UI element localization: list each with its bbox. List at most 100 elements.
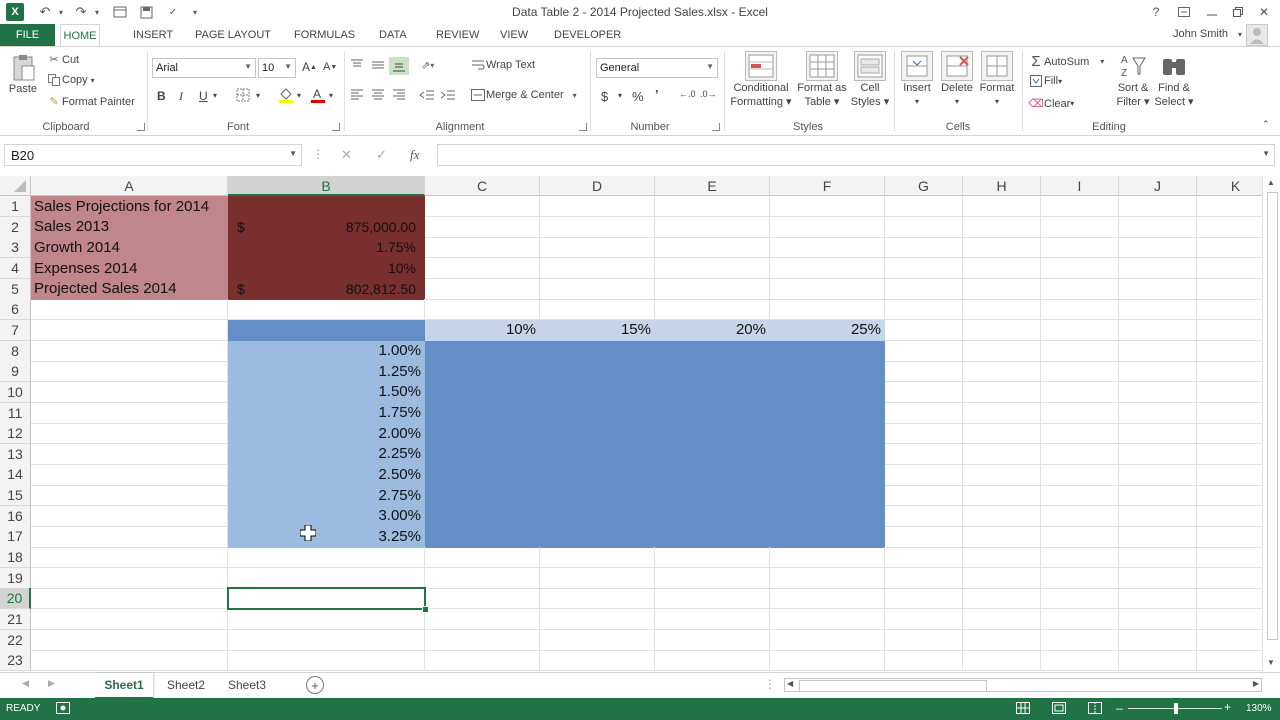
row-header-11[interactable]: 11 [0,402,31,424]
row-header-7[interactable]: 7 [0,319,31,342]
row-header-8[interactable]: 8 [0,340,31,362]
cell-f5[interactable] [770,278,885,300]
cell-i3[interactable] [1041,237,1119,259]
zoom-out-icon[interactable]: – [1116,701,1123,715]
paste-button[interactable]: Paste [6,53,40,95]
cell-f3[interactable] [770,237,885,259]
scroll-right-icon[interactable]: ▶ [1253,679,1259,688]
cell-g19[interactable] [885,567,963,589]
cell-d19[interactable] [540,567,655,589]
cell-i11[interactable] [1041,402,1119,424]
alignment-launcher-icon[interactable] [579,123,587,131]
macro-record-icon[interactable] [56,702,70,717]
cell-j8[interactable] [1119,340,1197,362]
cell-f2[interactable] [770,216,885,238]
cell-i16[interactable] [1041,505,1119,527]
cell-h7[interactable] [963,319,1041,342]
cell-b22[interactable] [228,629,425,651]
cell-a7[interactable] [31,319,228,342]
cell-e11[interactable] [655,402,770,424]
cell-c17[interactable] [425,526,540,548]
cell-b4[interactable]: 10% [228,257,425,280]
cell-a6[interactable] [31,299,228,321]
column-header-j[interactable]: J [1119,176,1197,196]
cell-j15[interactable] [1119,485,1197,507]
enter-icon[interactable]: ✓ [376,147,387,163]
user-dropdown-icon[interactable]: ▾ [1238,30,1242,39]
cell-f15[interactable] [770,485,885,507]
cell-f17[interactable] [770,526,885,548]
cell-j3[interactable] [1119,237,1197,259]
add-sheet-icon[interactable]: + [306,676,324,694]
cell-e13[interactable] [655,443,770,465]
cell-j2[interactable] [1119,216,1197,238]
cell-d17[interactable] [540,526,655,548]
cell-j16[interactable] [1119,505,1197,527]
row-header-19[interactable]: 19 [0,567,31,589]
cell-f22[interactable] [770,629,885,651]
cell-i7[interactable] [1041,319,1119,342]
cell-b8[interactable]: 1.00% [228,340,425,362]
cell-j20[interactable] [1119,588,1197,610]
cell-f16[interactable] [770,505,885,527]
bold-button[interactable]: B [157,89,166,103]
cell-i6[interactable] [1041,299,1119,321]
cell-a23[interactable] [31,650,228,672]
align-center-icon[interactable] [371,89,385,101]
cell-d13[interactable] [540,443,655,465]
more-options-icon[interactable]: ⋮ [312,147,324,161]
merge-dropdown-icon[interactable]: ▾ [568,91,582,100]
cell-d8[interactable] [540,340,655,362]
cell-e6[interactable] [655,299,770,321]
cell-j22[interactable] [1119,629,1197,651]
cell-d20[interactable] [540,588,655,610]
cell-a18[interactable] [31,547,228,569]
underline-button[interactable]: U [199,89,208,103]
decrease-decimal-icon[interactable]: .0→ [700,89,717,99]
cell-h12[interactable] [963,423,1041,445]
cell-g9[interactable] [885,361,963,383]
horizontal-scrollbar[interactable]: ◀ ▶ [784,678,1262,692]
tab-page-layout[interactable]: PAGE LAYOUT [187,24,279,46]
cell-h14[interactable] [963,464,1041,486]
cell-c11[interactable] [425,402,540,424]
cell-j1[interactable] [1119,196,1197,218]
cell-f4[interactable] [770,257,885,280]
cell-i13[interactable] [1041,443,1119,465]
cell-h4[interactable] [963,257,1041,280]
cell-i23[interactable] [1041,650,1119,672]
cell-j23[interactable] [1119,650,1197,672]
cell-j6[interactable] [1119,299,1197,321]
cell-i4[interactable] [1041,257,1119,280]
cell-k23[interactable] [1197,650,1262,672]
cell-i5[interactable] [1041,278,1119,300]
cell-d2[interactable] [540,216,655,238]
cell-a15[interactable] [31,485,228,507]
cell-h6[interactable] [963,299,1041,321]
cell-b19[interactable] [228,567,425,589]
column-header-h[interactable]: H [963,176,1041,196]
row-header-20[interactable]: 20 [0,588,31,610]
cell-e17[interactable] [655,526,770,548]
row-header-4[interactable]: 4 [0,257,31,280]
cell-c21[interactable] [425,609,540,631]
minimize-icon[interactable] [1200,2,1224,22]
vertical-scroll-thumb[interactable] [1267,192,1278,640]
sort-filter-button[interactable]: AZ Sort & Filter ▾ [1112,51,1154,109]
cell-g12[interactable] [885,423,963,445]
cell-c3[interactable] [425,237,540,259]
previous-sheet-icon[interactable]: ◀ [22,678,29,689]
cell-k13[interactable] [1197,444,1262,465]
cell-h21[interactable] [963,609,1041,631]
column-header-i[interactable]: I [1041,176,1119,196]
next-sheet-icon[interactable]: ▶ [48,678,55,689]
cell-j19[interactable] [1119,567,1197,589]
grow-font-icon[interactable]: A ▲ [302,60,317,74]
fill-color-dropdown-icon[interactable]: ▾ [297,91,301,100]
cell-b11[interactable]: 1.75% [228,402,425,424]
cell-e7[interactable]: 20% [655,319,770,342]
cell-f20[interactable] [770,588,885,610]
autosum-button[interactable]: Σ AutoSum ▾ [1028,53,1109,70]
row-header-18[interactable]: 18 [0,547,31,569]
expand-formula-bar-icon[interactable]: ▼ [1262,149,1270,158]
